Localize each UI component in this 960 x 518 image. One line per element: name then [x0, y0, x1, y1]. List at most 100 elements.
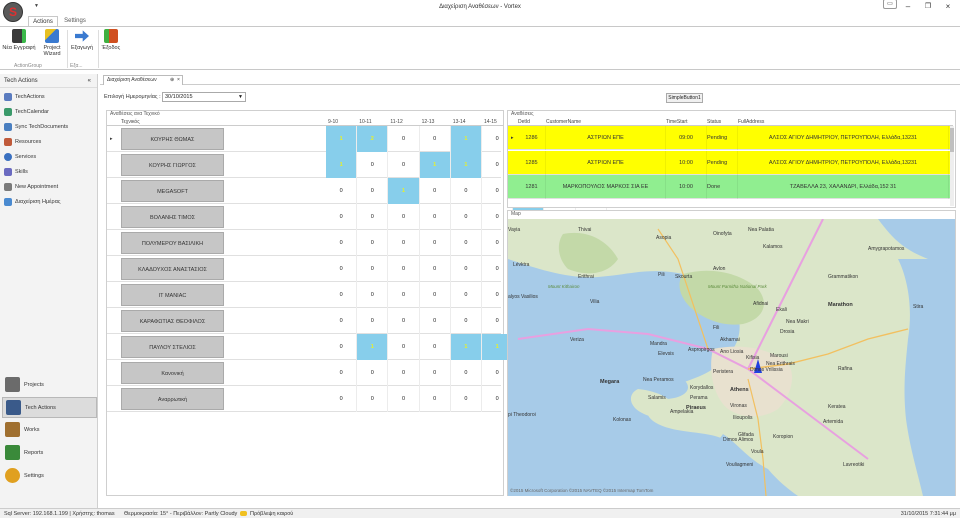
sidebar-item-services[interactable]: Services: [0, 150, 97, 165]
assignment-cell-id[interactable]: 1286: [518, 126, 546, 150]
sidebar-item-techcalendar[interactable]: TechCalendar: [0, 105, 97, 120]
close-tab-icon[interactable]: ×: [177, 76, 180, 85]
map-svg[interactable]: [508, 219, 955, 496]
schedule-cell[interactable]: 0: [326, 360, 358, 386]
schedule-cell[interactable]: 0: [420, 178, 451, 204]
technician-name[interactable]: Κανονική: [121, 362, 224, 384]
schedule-cell[interactable]: 1: [450, 126, 482, 152]
assignment-cell-status[interactable]: Pending: [707, 150, 738, 175]
hour-header[interactable]: 9-10: [328, 118, 338, 126]
technician-name[interactable]: ΠΑΥΛΟΥ ΣΤΕΛΙΟΣ: [121, 336, 224, 358]
tab-assignment-management[interactable]: Διαχείριση Αναθέσεων ⊕ ×: [103, 75, 183, 85]
schedule-cell[interactable]: 0: [357, 230, 389, 256]
hour-header[interactable]: 10-11: [359, 118, 371, 126]
simple-button[interactable]: SimpleButton1: [666, 93, 703, 103]
app-logo-icon[interactable]: S: [3, 2, 23, 22]
schedule-cell[interactable]: 0: [388, 256, 420, 282]
schedule-cell[interactable]: 1: [450, 152, 482, 178]
schedule-cell[interactable]: 0: [451, 386, 482, 412]
schedule-cell[interactable]: 0: [357, 152, 389, 178]
new-record-button[interactable]: Νέα Εγγραφή: [2, 29, 36, 51]
col-status[interactable]: Status: [707, 118, 721, 126]
schedule-row[interactable]: Κανονική000000000: [107, 360, 607, 386]
hour-header[interactable]: 12-13: [422, 118, 435, 126]
pin-icon[interactable]: ⊕: [170, 76, 174, 85]
hour-header[interactable]: 13-14: [453, 118, 466, 126]
date-picker[interactable]: 30/10/2015 ▼: [162, 92, 246, 102]
schedule-row[interactable]: ΒΟΛΑΝΗΣ ΤΙΜΟΣ000000100: [107, 204, 607, 230]
sidebar-item-sync-techdocuments[interactable]: Sync TechDocuments: [0, 120, 97, 135]
schedule-cell[interactable]: 0: [388, 204, 420, 230]
schedule-cell[interactable]: 0: [451, 178, 482, 204]
restore-button[interactable]: ❐: [920, 2, 936, 10]
assignment-cell-id[interactable]: 1281: [518, 175, 546, 199]
schedule-cell[interactable]: 0: [420, 308, 451, 334]
schedule-row[interactable]: ΚΛΑΔΟΥΧΟΣ ΑΝΑΣΤΑΣΙΟΣ000000000: [107, 256, 607, 282]
schedule-cell[interactable]: 0: [357, 386, 389, 412]
schedule-row[interactable]: MEGASOFT001000000: [107, 178, 607, 204]
schedule-cell[interactable]: 1: [326, 152, 358, 178]
schedule-cell[interactable]: 0: [420, 126, 451, 152]
schedule-cell[interactable]: 0: [420, 256, 451, 282]
exit-button[interactable]: Έξοδος: [100, 29, 122, 51]
tab-settings[interactable]: Settings: [60, 16, 90, 26]
col-customername[interactable]: CustomerName: [546, 118, 581, 126]
schedule-cell[interactable]: 0: [420, 230, 451, 256]
assignment-cell-address[interactable]: ΑΛΣΟΣ ΑΓΙΟΥ ΔΗΜΗΤΡΙΟΥ, ΠΕΤΡΟΥΠΟΛΗ, Ελλάδ…: [738, 126, 949, 150]
schedule-cell[interactable]: 1: [388, 178, 420, 204]
assignment-cell-id[interactable]: 1285: [518, 150, 546, 175]
assignment-row[interactable]: ▸ 1286 ΑΣΤΡΙΩΝ ΕΠΕ 09:00 Pending ΑΛΣΟΣ ΑΓΙΟΥ …: [508, 126, 953, 150]
schedule-cell[interactable]: 0: [326, 282, 358, 308]
schedule-cell[interactable]: 0: [420, 360, 451, 386]
sidebar-item-skills[interactable]: Skills: [0, 165, 97, 180]
schedule-cell[interactable]: 0: [451, 282, 482, 308]
sidebar-item-day-management[interactable]: Διαχείριση Ημέρας: [0, 195, 97, 210]
technician-name[interactable]: Αναρρωτική: [121, 388, 224, 410]
hour-header[interactable]: 14-15: [484, 118, 497, 126]
schedule-cell[interactable]: 0: [388, 126, 420, 152]
assignment-cell-customer[interactable]: ΜΑΡΚΟΠΟΥΛΟΣ ΜΑΡΚΟΣ ΣΙΑ ΕΕ: [546, 175, 666, 199]
sidebar-item-techactions[interactable]: TechActions: [0, 90, 97, 105]
schedule-cell[interactable]: 1: [450, 334, 482, 360]
schedule-cell[interactable]: 0: [326, 256, 358, 282]
schedule-cell[interactable]: 0: [357, 256, 389, 282]
sidebar-item-resources[interactable]: Resources: [0, 135, 97, 150]
schedule-cell[interactable]: 0: [388, 334, 420, 360]
assignment-row[interactable]: 1281 ΜΑΡΚΟΠΟΥΛΟΣ ΜΑΡΚΟΣ ΣΙΑ ΕΕ 10:00 Done ΤΖ…: [508, 175, 953, 199]
tab-actions[interactable]: Actions: [28, 16, 58, 26]
assignment-cell-time[interactable]: 10:00: [666, 150, 707, 175]
schedule-cell[interactable]: 0: [326, 386, 358, 412]
col-detid[interactable]: DetId: [518, 118, 530, 126]
schedule-cell[interactable]: 0: [451, 204, 482, 230]
schedule-row[interactable]: ΚΑΡΑΦΩΤΙΑΣ ΘΕΟΦΙΛΟΣ000000000: [107, 308, 607, 334]
assignment-cell-address[interactable]: ΤΖΑΒΕΛΛΑ 23, ΧΑΛΑΝΔΡΙ, Ελλάδα,152 31: [738, 175, 949, 199]
sidebar-item-new-appointment[interactable]: New Appointment: [0, 180, 97, 195]
schedule-cell[interactable]: 0: [357, 308, 389, 334]
export-button[interactable]: Εξαγωγή: [69, 29, 95, 51]
col-timestart[interactable]: TimeStart: [666, 118, 687, 126]
assignment-cell-customer[interactable]: ΑΣΤΡΙΩΝ ΕΠΕ: [546, 150, 666, 175]
schedule-cell[interactable]: 0: [357, 360, 389, 386]
assignment-cell-time[interactable]: 10:00: [666, 175, 707, 199]
schedule-cell[interactable]: 0: [326, 178, 358, 204]
schedule-cell[interactable]: 0: [420, 386, 451, 412]
schedule-cell[interactable]: 1: [357, 334, 389, 360]
schedule-cell[interactable]: 0: [388, 230, 420, 256]
schedule-cell[interactable]: 0: [357, 204, 389, 230]
schedule-row[interactable]: ΠΑΥΛΟΥ ΣΤΕΛΙΟΣ010011200: [107, 334, 607, 360]
nav-tech-actions[interactable]: Tech Actions: [2, 397, 97, 418]
ribbon-options-icon[interactable]: ▭: [883, 0, 897, 9]
technician-name[interactable]: ΚΛΑΔΟΥΧΟΣ ΑΝΑΣΤΑΣΙΟΣ: [121, 258, 224, 280]
schedule-row[interactable]: IT MANIAC000000000: [107, 282, 607, 308]
assignment-cell-status[interactable]: Pending: [707, 126, 738, 150]
schedule-cell[interactable]: 0: [420, 282, 451, 308]
hour-header[interactable]: 11-12: [390, 118, 402, 126]
nav-settings[interactable]: Settings: [2, 466, 97, 487]
col-fulladdress[interactable]: FullAddress: [738, 118, 764, 126]
schedule-cell[interactable]: 2: [357, 126, 389, 152]
chevron-down-icon[interactable]: ▼: [238, 93, 243, 102]
schedule-cell[interactable]: 0: [451, 230, 482, 256]
close-window-button[interactable]: ×: [940, 2, 956, 11]
forecast-link[interactable]: Πρόβλεψη καιρού: [240, 509, 293, 518]
assignment-cell-time[interactable]: 09:00: [666, 126, 707, 150]
